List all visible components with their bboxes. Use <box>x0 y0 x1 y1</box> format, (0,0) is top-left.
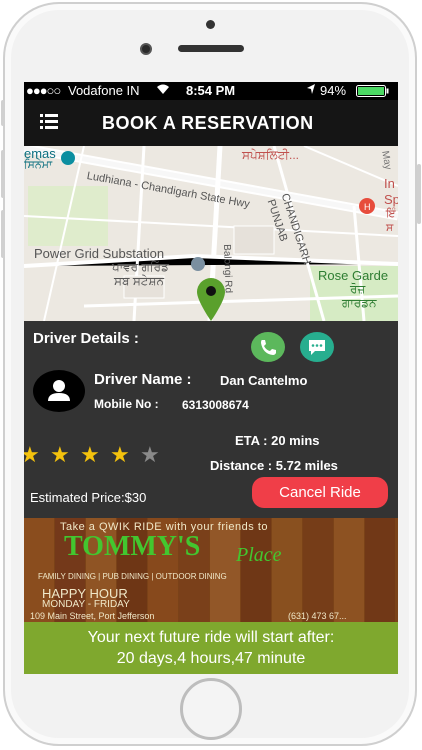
map-label-rose-punjabi-1: ਰੋਜ਼ <box>350 282 366 296</box>
carrier-name: Vodafone IN <box>68 83 140 98</box>
driver-name-label: Driver Name : <box>94 371 192 388</box>
mute-switch <box>1 100 5 126</box>
map-label-substation-punjabi-2: ਸਬ ਸਟੇਸ਼ਨ <box>114 274 164 288</box>
map-view[interactable]: H emas ਸਿਨੇਮਾ ਸਪੇਸ਼ਲਿਟੀ... Ludhiana - Ch… <box>24 146 398 321</box>
star-filled-icon: ★ <box>24 442 40 467</box>
eta-text: ETA : 20 mins <box>235 433 320 448</box>
earpiece-speaker <box>178 45 244 52</box>
ad-address: 109 Main Street, Port Jefferson <box>30 611 155 621</box>
ad-restaurant-name-sub: Place <box>236 544 282 566</box>
ad-restaurant-name: TOMMY'S <box>64 531 201 562</box>
driver-details-header: Driver Details : <box>33 330 139 347</box>
chat-message-icon[interactable] <box>300 332 334 362</box>
wifi-icon <box>156 83 170 98</box>
advertisement-banner[interactable]: Take a QWIK RIDE with your friends to TO… <box>24 518 398 622</box>
battery-icon <box>356 85 390 100</box>
volume-down-button <box>1 210 5 258</box>
map-label-cinemas-punjabi: ਸਿਨੇਮਾ <box>24 159 53 171</box>
app-screen: ●●●○○ Vodafone IN 8:54 PM 94% BOOK A RES… <box>24 82 398 674</box>
page-title: BOOK A RESERVATION <box>102 113 314 133</box>
mobile-number[interactable]: 6313008674 <box>182 398 249 412</box>
map-label-rose-punjabi-2: ਗਾਰਡਨ <box>342 296 377 310</box>
power-button <box>417 164 421 224</box>
ad-phone: (631) 473 67... <box>288 611 347 621</box>
map-label-rose-garden: Rose Garde <box>318 268 389 283</box>
front-camera <box>140 43 152 55</box>
volume-up-button <box>1 150 5 198</box>
driver-avatar <box>33 370 85 412</box>
location-arrow-icon <box>306 83 316 98</box>
app-bar: BOOK A RESERVATION <box>24 100 398 146</box>
hamburger-menu-icon[interactable] <box>40 114 58 130</box>
location-pin-icon[interactable] <box>195 277 227 321</box>
distance-text: Distance : 5.72 miles <box>210 458 338 473</box>
home-button[interactable] <box>180 678 242 740</box>
star-filled-icon: ★ <box>110 442 130 467</box>
map-label-substation: Power Grid Substation <box>34 246 165 261</box>
cancel-ride-button[interactable]: Cancel Ride <box>252 477 388 508</box>
map-label-specialty: ਸਪੇਸ਼ਲਿਟੀ... <box>242 148 300 162</box>
map-label-right-punjabi-2: ਸ <box>386 222 394 234</box>
phone-call-icon[interactable] <box>251 332 285 362</box>
ad-days: MONDAY - FRIDAY <box>42 599 130 610</box>
person-icon <box>48 380 70 401</box>
map-label-right-in: In <box>384 176 395 191</box>
status-bar: ●●●○○ Vodafone IN 8:54 PM 94% <box>24 82 398 100</box>
driver-details-panel: Driver Details : Driver Name : Dan Cante… <box>24 321 398 518</box>
mobile-label: Mobile No : <box>94 397 159 411</box>
status-time: 8:54 PM <box>186 83 236 98</box>
next-ride-line-1: Your next future ride will start after: <box>87 629 335 646</box>
front-sensor <box>206 20 215 29</box>
ad-services: FAMILY DINING | PUB DINING | OUTDOOR DIN… <box>38 572 227 581</box>
star-filled-icon: ★ <box>80 442 100 467</box>
map-label-right-punjabi-1: ਇੰ <box>386 208 396 220</box>
svg-text:H: H <box>364 202 371 212</box>
star-filled-icon: ★ <box>50 442 70 467</box>
estimated-price: Estimated Price:$30 <box>30 490 147 505</box>
next-ride-banner: Your next future ride will start after: … <box>24 622 398 674</box>
map-label-right-sp: Sp <box>384 192 398 207</box>
map-label-substation-punjabi-1: ਪਾਵਰ ਗਰਿੱਡ <box>112 260 169 274</box>
star-empty-icon: ★ <box>140 442 160 467</box>
driver-name: Dan Cantelmo <box>220 373 308 388</box>
next-ride-countdown: 20 days,4 hours,47 minute <box>116 650 306 667</box>
signal-icon: ●●●○○ <box>26 83 61 98</box>
battery-percent: 94% <box>320 83 347 98</box>
